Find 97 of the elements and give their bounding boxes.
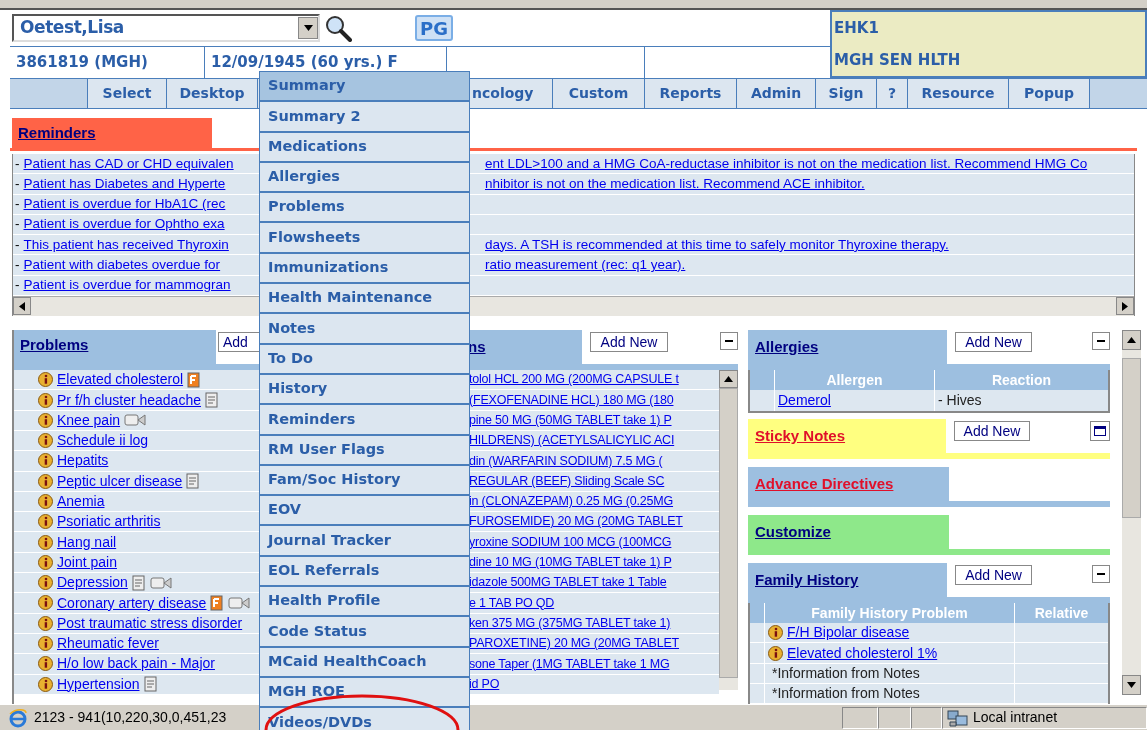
reminder-link[interactable]: ratio measurement (rec: q1 year). bbox=[485, 257, 686, 272]
pg-button[interactable]: PG bbox=[415, 15, 453, 41]
list-dash: - bbox=[14, 154, 21, 173]
sticky-notes-header[interactable]: Sticky Notes bbox=[748, 419, 946, 454]
problem-link[interactable]: Hepatits bbox=[57, 450, 109, 472]
unit-name: MGH SEN HLTH bbox=[834, 49, 962, 71]
collapse-button[interactable] bbox=[1092, 332, 1110, 351]
family-history-text: *Information from Notes bbox=[771, 663, 920, 683]
info-icon bbox=[38, 473, 53, 489]
info-icon bbox=[38, 534, 53, 550]
network-computers-icon bbox=[947, 707, 969, 728]
column-header: Reaction bbox=[990, 371, 1053, 391]
family-history-text: *Information from Notes bbox=[771, 684, 920, 704]
nav-tab[interactable]: Select bbox=[88, 79, 167, 108]
up-arrow-icon[interactable] bbox=[1127, 337, 1136, 344]
right-arrow-icon[interactable] bbox=[1122, 301, 1128, 311]
patient-dropdown[interactable]: Oetest,Lisa bbox=[12, 14, 320, 42]
nav-tab[interactable]: Resource bbox=[908, 79, 1009, 108]
info-icon bbox=[768, 625, 783, 641]
list-dash: - bbox=[14, 174, 21, 193]
list-dash: - bbox=[14, 235, 21, 254]
problem-link[interactable]: Knee pain bbox=[57, 409, 121, 431]
problems-header[interactable]: Problems bbox=[14, 330, 216, 365]
reminder-link[interactable]: days. A TSH is recommended at this time to safely monitor Thyroxine therapy. bbox=[485, 236, 949, 252]
family-history-header[interactable]: Family History bbox=[748, 563, 947, 598]
list-dash: - bbox=[14, 195, 21, 214]
allergies-header[interactable]: Allergies bbox=[748, 330, 947, 365]
info-icon bbox=[38, 676, 53, 692]
add-new-button[interactable]: Add New bbox=[954, 332, 1033, 353]
nav-tab[interactable]: Desktop bbox=[167, 79, 258, 108]
add-new-button[interactable]: Add New bbox=[590, 332, 668, 353]
globe-icon bbox=[8, 707, 28, 728]
info-icon bbox=[38, 372, 53, 388]
customize-header[interactable]: Customize bbox=[748, 515, 949, 550]
info-icon bbox=[38, 412, 53, 428]
reminder-link[interactable]: Patient has Diabetes and Hyperte bbox=[23, 173, 226, 195]
restore-button[interactable] bbox=[1090, 421, 1110, 442]
reaction-text: - Hives bbox=[937, 391, 983, 411]
allergen-link[interactable]: Demerol bbox=[778, 390, 831, 412]
info-icon bbox=[38, 494, 53, 509]
down-arrow-icon[interactable] bbox=[1127, 682, 1136, 689]
reminder-link[interactable]: Patient is overdue for HbA1C (rec bbox=[23, 194, 226, 215]
nav-tab[interactable]: Sign bbox=[816, 79, 877, 108]
up-arrow-icon[interactable] bbox=[724, 376, 733, 383]
info-icon bbox=[38, 615, 53, 631]
reminder-link[interactable]: Patient with diabetes overdue for bbox=[23, 255, 221, 276]
security-zone: Local intranet bbox=[973, 708, 1058, 727]
add-new-button[interactable]: Add New bbox=[953, 421, 1031, 442]
problem-link[interactable]: H/o low back pain - Major bbox=[57, 653, 215, 675]
reminder-link[interactable]: ent LDL>100 and a HMG CoA-reductase inhibitor is not on the medication list. Recommend HMG Co bbox=[485, 155, 1088, 171]
problem-link[interactable]: Joint pain bbox=[57, 551, 117, 573]
info-icon bbox=[38, 636, 53, 652]
collapse-button[interactable] bbox=[1092, 565, 1110, 584]
menu-item[interactable]: Summary bbox=[260, 72, 469, 103]
vertical-scrollbar[interactable] bbox=[1122, 330, 1141, 696]
reminder-link[interactable]: Patient is overdue for mammogran bbox=[23, 275, 231, 296]
info-icon bbox=[38, 514, 53, 530]
column-header: Relative bbox=[1033, 604, 1090, 624]
reminder-link[interactable]: nhibitor is not on the medication list. Recommend ACE inhibitor. bbox=[485, 175, 865, 191]
status-pane bbox=[878, 706, 911, 729]
info-icon bbox=[768, 645, 783, 661]
status-pane bbox=[842, 706, 878, 729]
add-new-button[interactable]: Add bbox=[218, 332, 260, 353]
nav-tab[interactable]: Reports bbox=[645, 79, 737, 108]
search-icon[interactable] bbox=[324, 14, 352, 42]
dropdown-arrow-button[interactable] bbox=[298, 17, 318, 39]
info-icon bbox=[38, 433, 53, 449]
collapse-button[interactable] bbox=[720, 332, 738, 351]
problem-link[interactable]: Hang nail bbox=[57, 531, 117, 553]
nav-tab[interactable]: Custom bbox=[553, 79, 645, 108]
reminders-tab[interactable]: Reminders bbox=[12, 118, 212, 148]
vertical-scrollbar[interactable] bbox=[719, 370, 738, 691]
reminder-link[interactable]: Patient has CAD or CHD equivalen bbox=[23, 153, 234, 174]
reminder-link[interactable]: Patient is overdue for Ophtho exa bbox=[23, 214, 225, 235]
location-code: EHK1 bbox=[834, 17, 880, 39]
reminder-link[interactable]: This patient has received Thyroxin bbox=[23, 234, 229, 255]
info-icon bbox=[38, 656, 53, 672]
problem-link[interactable]: Coronary artery disease bbox=[57, 592, 207, 614]
info-icon bbox=[38, 392, 53, 408]
medication-link[interactable]: id PO bbox=[469, 674, 500, 694]
info-icon bbox=[38, 554, 53, 570]
info-icon bbox=[38, 453, 53, 469]
add-new-button[interactable]: Add New bbox=[954, 565, 1033, 586]
list-dash: - bbox=[14, 276, 21, 295]
caret-icon bbox=[303, 25, 313, 31]
list-dash: - bbox=[14, 256, 21, 274]
problem-link[interactable]: Depression bbox=[57, 572, 128, 594]
nav-bar-filler bbox=[1090, 79, 1147, 108]
info-icon bbox=[38, 575, 53, 591]
left-arrow-icon[interactable] bbox=[19, 301, 25, 311]
list-dash: - bbox=[14, 215, 21, 234]
problem-link[interactable]: Peptic ulcer disease bbox=[57, 470, 183, 492]
status-text: 2123 - 941(10,220,30,0,451,23 bbox=[34, 708, 227, 727]
problem-link[interactable]: Anemia bbox=[57, 491, 105, 512]
nav-tab[interactable]: ? bbox=[877, 79, 908, 108]
nav-tab[interactable]: Admin bbox=[737, 79, 816, 108]
info-icon bbox=[38, 595, 53, 611]
